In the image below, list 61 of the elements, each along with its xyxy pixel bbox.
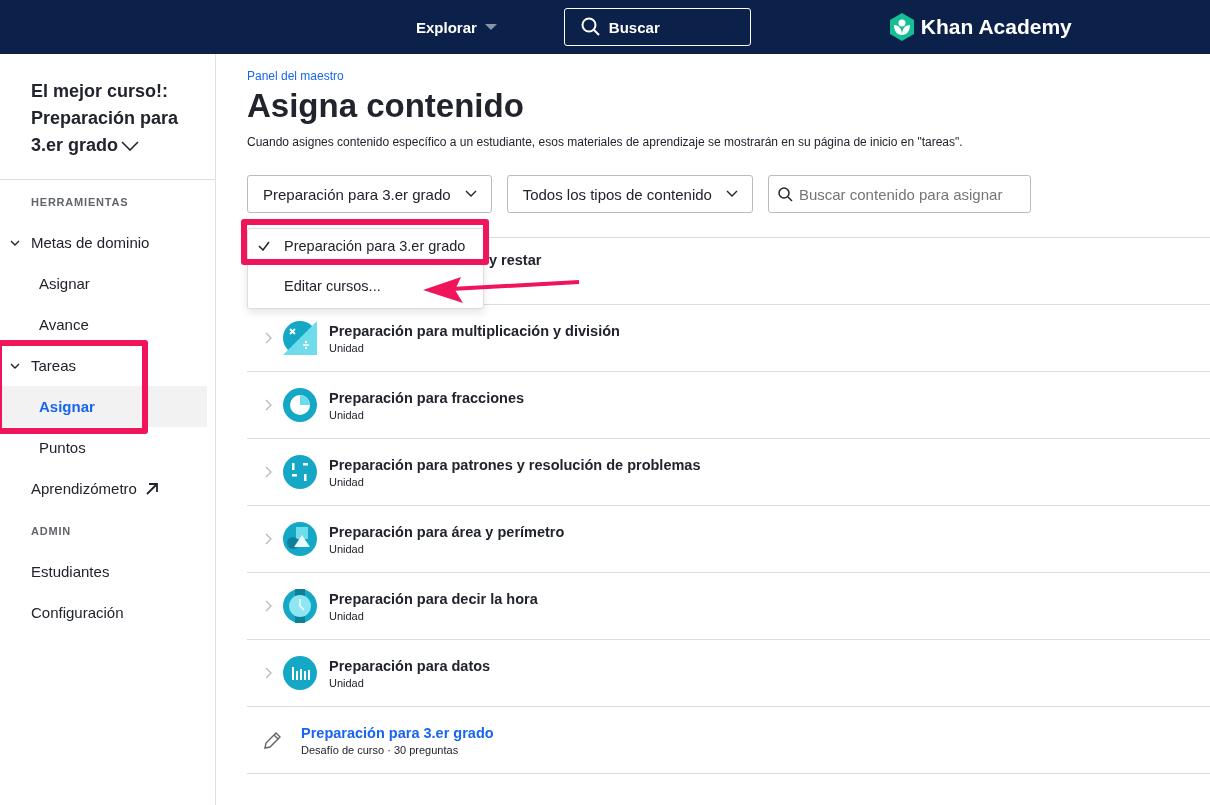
external-link-icon <box>144 481 159 496</box>
caret-icon <box>484 23 497 31</box>
unit-title[interactable]: Preparación para decir la hora <box>329 590 538 607</box>
unit-icon <box>283 656 317 690</box>
unit-title[interactable]: Preparación para datos <box>329 657 491 674</box>
nav-subitem[interactable]: Asignar <box>0 386 207 427</box>
unit-label: Unidad <box>329 475 365 488</box>
chevron-right-icon[interactable] <box>265 667 272 679</box>
breadcrumb-link[interactable]: Panel del maestro <box>247 69 1210 83</box>
search-field[interactable]: Buscar contenido para asignar <box>767 175 1031 213</box>
check-icon <box>258 241 270 251</box>
unit-title[interactable]: Preparación para patrones y resolución de problemas <box>329 456 701 473</box>
course-select[interactable]: Preparación para 3.er grado <box>247 175 492 213</box>
nav-item[interactable]: Aprendizómetro <box>0 468 215 509</box>
search-icon <box>777 187 793 202</box>
unit-icon <box>283 589 317 623</box>
pencil-icon <box>263 730 283 750</box>
unit-icon <box>283 522 317 556</box>
unit-icon <box>283 321 317 355</box>
challenge-details: Desafío de curso · 30 preguntas <box>301 743 460 756</box>
unit-label: Unidad <box>329 609 365 622</box>
chevron-icon <box>10 361 20 371</box>
search-icon <box>580 17 601 37</box>
chevron-down-icon <box>464 190 477 198</box>
course-challenge-link[interactable]: Preparación para 3.er grado <box>301 724 494 741</box>
nav-item[interactable]: Configuración <box>0 592 215 633</box>
chevron-right-icon[interactable] <box>265 332 272 344</box>
nav-subitem[interactable]: Avance <box>0 304 215 345</box>
explore-menu[interactable]: Explorar <box>416 18 497 36</box>
chevron-icon <box>10 238 20 248</box>
unit-title[interactable]: y restar <box>489 252 542 268</box>
section-heading: ADMIN <box>30 524 73 539</box>
nav-item[interactable]: Metas de dominio <box>0 222 215 263</box>
menu-item[interactable]: Preparación para 3.er grado <box>248 229 483 263</box>
nav-item[interactable]: Estudiantes <box>0 551 215 592</box>
nav-item[interactable]: Tareas <box>0 345 215 386</box>
nav-subitem[interactable]: Asignar <box>0 263 215 304</box>
unit-title[interactable]: Preparación para área y perímetro <box>329 523 565 540</box>
unit-label: Unidad <box>329 408 365 421</box>
course-title[interactable]: El mejor curso!: Preparación para 3.er grado <box>31 78 191 159</box>
unit-label: Unidad <box>329 542 365 555</box>
content-type-select[interactable]: Todos los tipos de contenido <box>506 175 753 213</box>
chevron-right-icon[interactable] <box>265 399 272 411</box>
chevron-right-icon[interactable] <box>265 600 272 612</box>
unit-label: Unidad <box>329 676 365 689</box>
unit-icon <box>283 455 317 489</box>
page-title: Asigna contenido <box>247 87 525 125</box>
unit-title[interactable]: Preparación para fracciones <box>329 389 525 406</box>
chevron-down-icon <box>121 141 140 151</box>
unit-icon <box>283 388 317 422</box>
unit-title[interactable]: Preparación para multiplicación y división <box>329 322 620 339</box>
logo-text[interactable]: Khan Academy <box>920 15 1072 39</box>
chevron-right-icon[interactable] <box>265 466 272 478</box>
search-button[interactable]: Buscar <box>563 8 751 46</box>
logo-icon <box>888 13 915 41</box>
unit-label: Unidad <box>329 341 365 354</box>
chevron-down-icon <box>725 190 738 198</box>
chevron-right-icon[interactable] <box>265 533 272 545</box>
nav-subitem[interactable]: Puntos <box>0 427 215 468</box>
section-heading: HERRAMIENTAS <box>30 195 130 210</box>
description: Cuando asignes contenido específico a un estudiante, esos materiales de aprendizaje se mostrarán en su página de inicio en "tareas". <box>247 135 964 149</box>
